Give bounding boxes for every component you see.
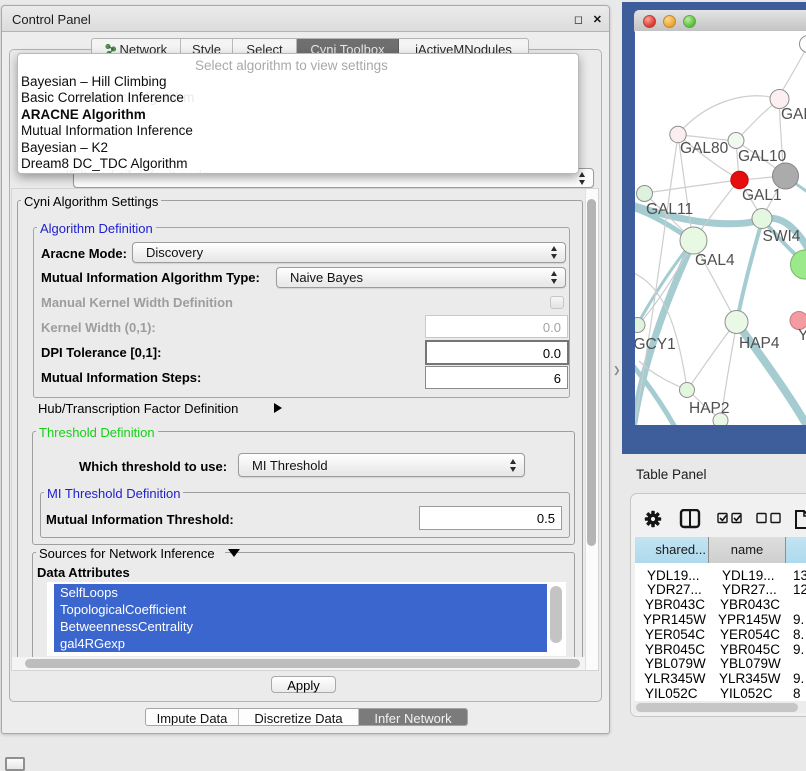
svg-text:GCY1: GCY1	[635, 336, 676, 353]
svg-text:GAL4: GAL4	[695, 252, 735, 269]
svg-text:GAL80: GAL80	[680, 140, 729, 157]
svg-text:HAP4: HAP4	[739, 335, 780, 352]
svg-text:HAP2: HAP2	[689, 400, 730, 417]
svg-text:GAL11: GAL11	[646, 201, 693, 218]
svg-text:Y: Y	[798, 327, 806, 344]
svg-text:GAL7: GAL7	[781, 106, 806, 123]
svg-text:SWI4: SWI4	[763, 228, 801, 245]
svg-text:GAL10: GAL10	[738, 148, 787, 165]
svg-text:GAL1: GAL1	[742, 187, 782, 204]
